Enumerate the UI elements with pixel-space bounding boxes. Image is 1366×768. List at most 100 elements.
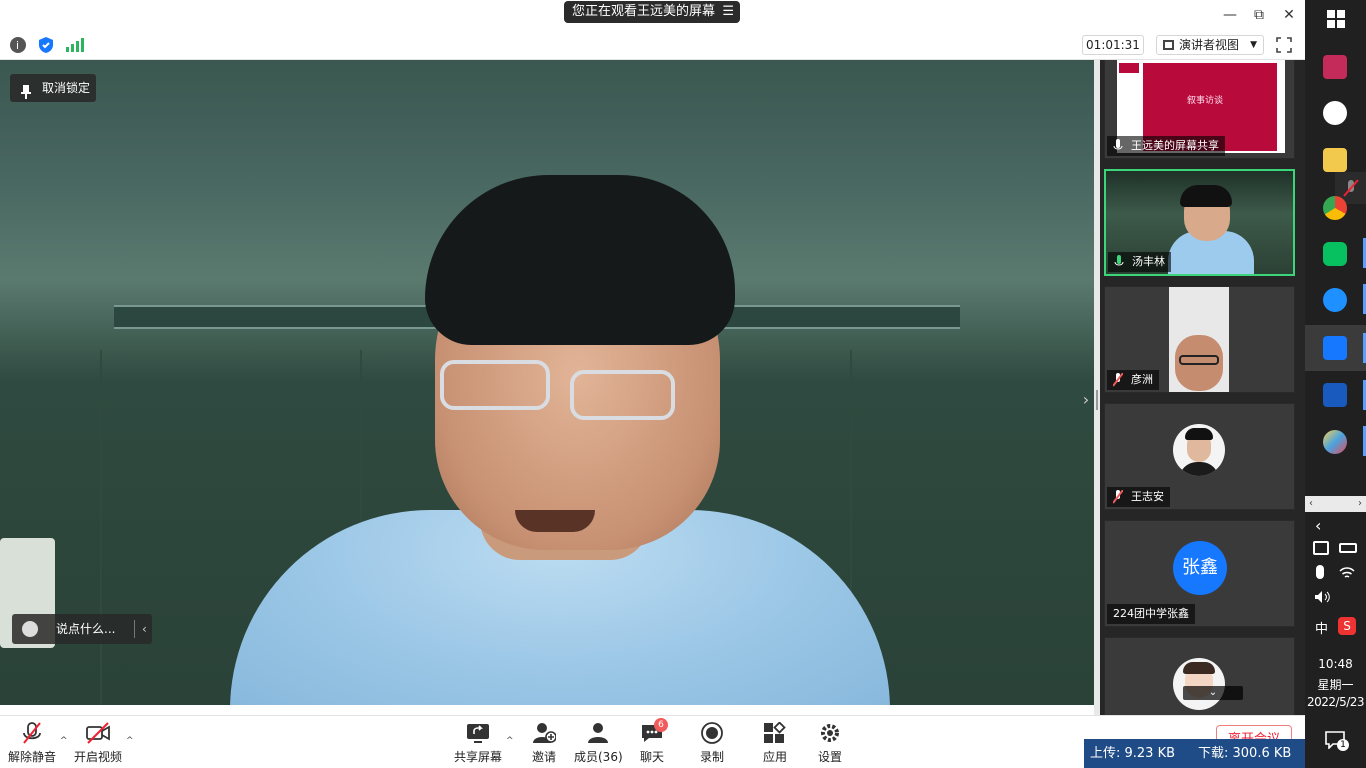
mic-muted-icon	[20, 722, 44, 744]
invite-button[interactable]: 邀请	[526, 722, 562, 766]
svg-text:i: i	[16, 39, 19, 52]
share-screen-label: 共享屏幕	[454, 750, 503, 764]
title-bar: 您正在观看王远美的屏幕 ☰ — ⧉ ✕	[0, 0, 1305, 30]
taskbar-scrollbar[interactable]: ‹ ›	[1305, 496, 1366, 512]
background-panel	[100, 350, 230, 705]
participant-thumb-active[interactable]: 汤丰林	[1104, 169, 1295, 276]
browser-app-icon[interactable]	[1323, 101, 1347, 125]
participant-hair	[1180, 185, 1232, 207]
chrome-icon[interactable]	[1323, 196, 1347, 220]
close-button[interactable]: ✕	[1277, 4, 1301, 26]
start-video-label: 开启视频	[74, 750, 123, 764]
screen-capture-icon[interactable]	[1313, 541, 1329, 555]
word-icon[interactable]	[1323, 383, 1347, 407]
scroll-left-icon[interactable]: ‹	[1305, 496, 1317, 512]
pin-icon	[21, 81, 31, 99]
scroll-right-icon[interactable]: ›	[1354, 496, 1366, 512]
participant-label: 彦洲	[1107, 370, 1159, 390]
share-screen-button[interactable]: 共享屏幕	[454, 722, 502, 766]
sogou-ime-icon[interactable]: S	[1338, 617, 1356, 635]
participant-name: 王志安	[1131, 490, 1164, 503]
speaker-glasses	[570, 370, 675, 420]
audio-options-caret[interactable]: ^	[60, 736, 68, 746]
paint-icon[interactable]	[1323, 430, 1347, 454]
emoji-icon[interactable]	[22, 621, 38, 637]
participant-avatar	[1173, 424, 1225, 476]
participant-thumb-screen-share[interactable]: 叙事访谈 王远美的屏幕共享	[1104, 60, 1295, 159]
participant-thumb[interactable]: ⌄	[1104, 637, 1295, 715]
main-video-feed[interactable]	[0, 60, 1094, 705]
scroll-down-icon[interactable]: ⌄	[1183, 686, 1243, 700]
network-stats: 上传: 9.23 KB 下载: 300.6 KB	[1084, 739, 1305, 768]
meeting-timer: 01:01:31	[1082, 35, 1144, 55]
apps-button[interactable]: 应用	[759, 721, 791, 766]
microphone-icon[interactable]	[1316, 565, 1324, 579]
participant-thumb[interactable]: 王志安	[1104, 403, 1295, 510]
participant-label: 224团中学张鑫	[1107, 604, 1195, 624]
fullscreen-icon[interactable]	[1276, 37, 1292, 53]
jetbrains-icon[interactable]	[1323, 55, 1347, 79]
quick-chat-input[interactable]: 说点什么... ‹	[12, 614, 152, 644]
wifi-icon[interactable]	[1339, 566, 1355, 580]
video-off-icon	[86, 722, 110, 744]
minimize-button[interactable]: —	[1218, 4, 1242, 26]
info-bar: i 01:01:31 演讲者视图 ▼	[0, 30, 1305, 60]
meeting-window: 您正在观看王远美的屏幕 ☰ — ⧉ ✕ i 01:01:31 演讲者视图 ▼ 取…	[0, 0, 1305, 768]
menu-icon[interactable]: ☰	[722, 1, 734, 23]
participant-glasses	[1179, 355, 1219, 365]
chat-button[interactable]: 6 聊天	[636, 718, 668, 766]
resizer-grip[interactable]	[1096, 390, 1098, 410]
share-notice-pill[interactable]: 您正在观看王远美的屏幕 ☰	[564, 1, 740, 23]
unmute-label: 解除静音	[8, 750, 57, 764]
download-rate: 下载: 300.6 KB	[1198, 746, 1292, 761]
collapse-sidebar-icon[interactable]: ›	[1078, 388, 1094, 412]
wechat-icon[interactable]	[1323, 242, 1347, 266]
video-options-caret[interactable]: ^	[126, 736, 134, 746]
mic-muted-icon	[1112, 489, 1124, 504]
notification-icon[interactable]: 1	[1325, 731, 1349, 751]
windows-start-icon[interactable]	[1327, 10, 1345, 28]
participant-label: 王志安	[1107, 487, 1170, 507]
volume-icon[interactable]	[1314, 590, 1332, 604]
speaker-hair	[425, 175, 735, 345]
clock-time[interactable]: 10:48	[1305, 657, 1366, 671]
record-button[interactable]: 录制	[696, 722, 728, 766]
view-mode-dropdown[interactable]: 演讲者视图 ▼	[1156, 35, 1264, 55]
record-icon	[700, 722, 724, 744]
share-screen-icon	[466, 722, 490, 744]
participant-thumb[interactable]: 彦洲	[1104, 286, 1295, 393]
members-button[interactable]: 成员(36)	[574, 722, 623, 766]
tray-expand-icon[interactable]: ‹	[1305, 516, 1366, 535]
restore-button[interactable]: ⧉	[1247, 4, 1271, 26]
clock-date: 2022/5/23	[1306, 695, 1365, 709]
participant-name: 王远美的屏幕共享	[1131, 139, 1219, 152]
participant-name: 224团中学张鑫	[1113, 607, 1189, 620]
unmute-button[interactable]: 解除静音	[8, 722, 56, 766]
collapse-chat-icon[interactable]: ‹	[142, 614, 147, 644]
search-app-icon[interactable]	[1323, 288, 1347, 312]
tencent-meeting-icon[interactable]	[1323, 336, 1347, 360]
participant-strip[interactable]: 叙事访谈 王远美的屏幕共享 汤丰林 彦洲 王志安 张鑫 224团中学张鑫 ⌄	[1100, 60, 1305, 715]
settings-button[interactable]: 设置	[814, 722, 846, 766]
battery-icon[interactable]	[1339, 543, 1357, 553]
chat-icon: 6	[640, 718, 668, 744]
participant-thumb[interactable]: 张鑫 224团中学张鑫	[1104, 520, 1295, 627]
share-notice-text: 您正在观看王远美的屏幕	[572, 4, 716, 19]
grid-view-icon	[1163, 40, 1174, 50]
unpin-button[interactable]: 取消锁定	[10, 74, 96, 102]
share-options-caret[interactable]: ^	[506, 736, 514, 746]
start-video-button[interactable]: 开启视频	[74, 722, 122, 766]
signal-strength-icon[interactable]	[66, 38, 84, 52]
avatar-hair	[1185, 428, 1213, 440]
notification-count: 1	[1337, 739, 1349, 751]
info-icon[interactable]: i	[10, 37, 26, 53]
add-user-icon	[532, 722, 557, 744]
file-explorer-icon[interactable]	[1323, 148, 1347, 172]
participant-name: 彦洲	[1131, 373, 1153, 386]
unpin-label: 取消锁定	[42, 81, 91, 95]
gear-icon	[818, 722, 842, 744]
windows-taskbar: ‹ › ‹ 中 S 10:48 星期一 2022/5/23 1	[1305, 0, 1366, 768]
security-shield-icon[interactable]	[38, 36, 54, 54]
chat-unread-badge: 6	[654, 718, 668, 732]
chat-placeholder: 说点什么...	[56, 622, 116, 636]
